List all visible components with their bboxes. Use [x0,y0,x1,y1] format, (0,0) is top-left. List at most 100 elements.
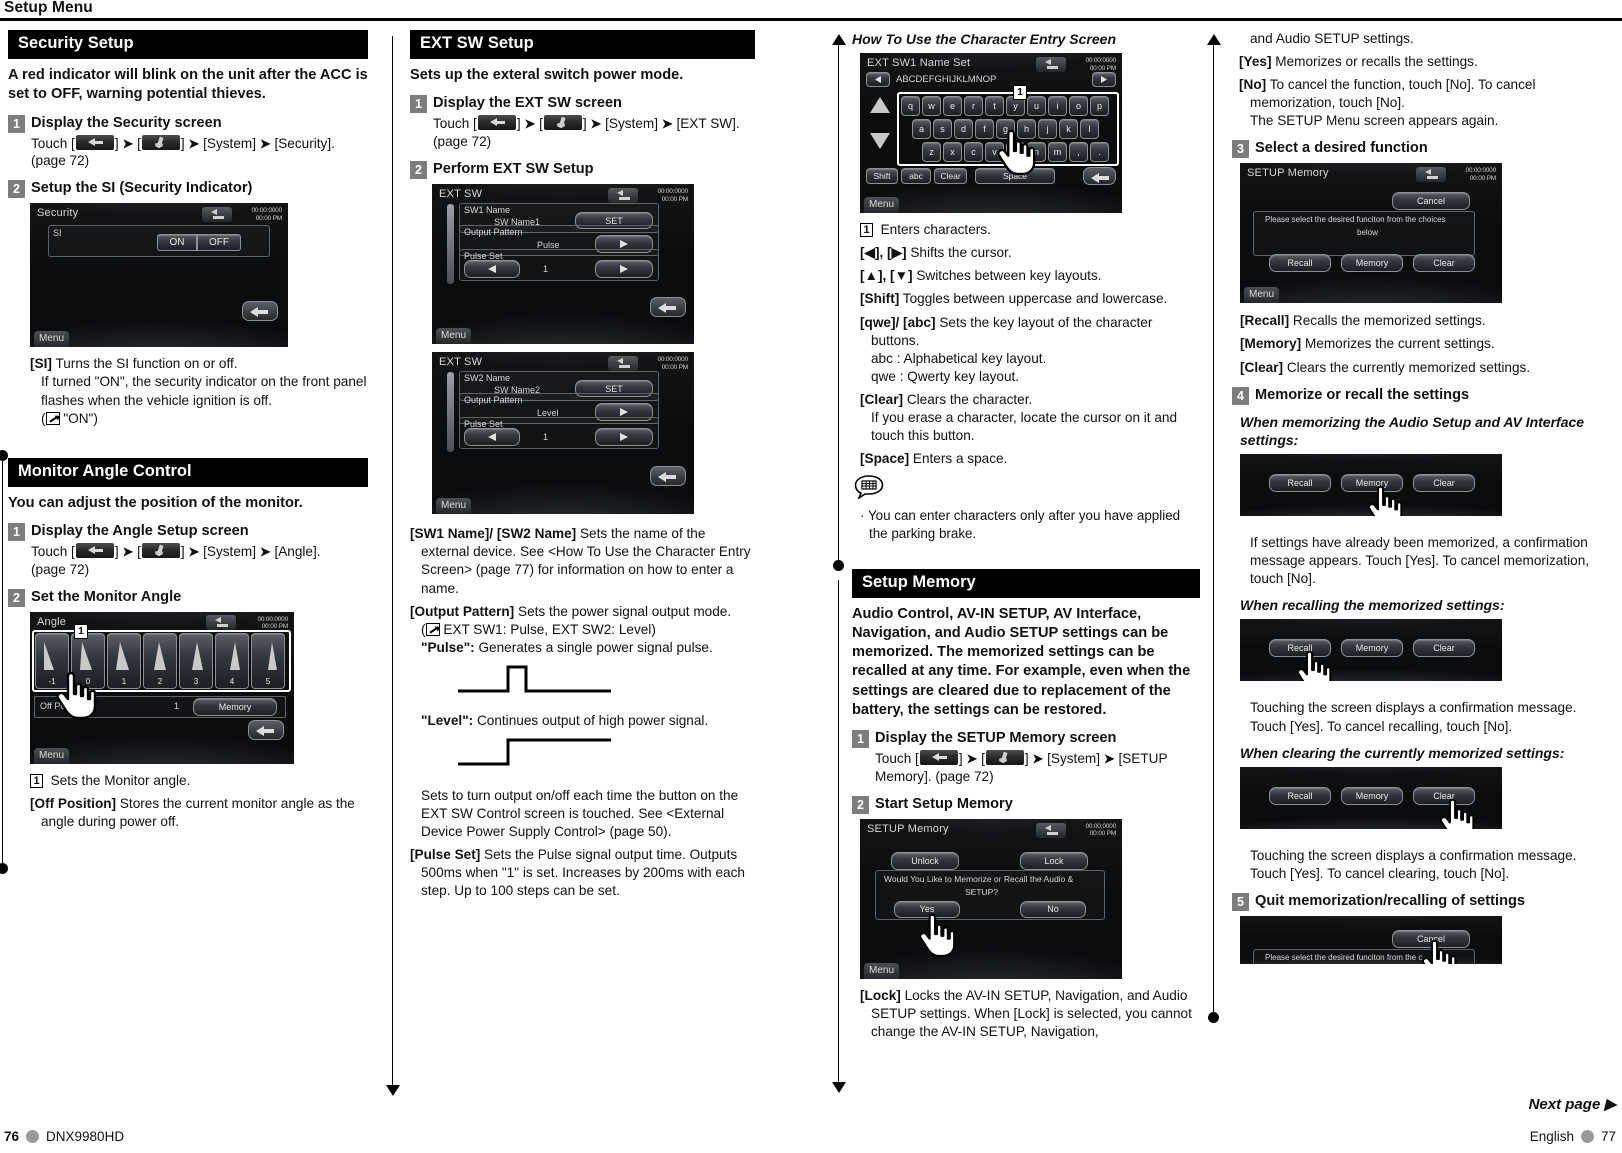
clear-button[interactable]: Clear [1413,474,1475,492]
angle-button[interactable]: 4 [215,633,249,690]
screen-menu-button[interactable]: Menu [34,331,70,348]
touch-label: Touch [ [433,116,477,132]
screen-menu-button[interactable]: Menu [436,498,472,515]
key-button[interactable]: j [1038,119,1057,140]
screen-menu-button[interactable]: Menu [436,328,472,345]
lock-button[interactable]: Lock [1020,851,1088,870]
flow-dot-col1-bottom [0,863,8,874]
screen-return-button[interactable] [1083,167,1116,186]
screen-return-button[interactable] [242,301,278,322]
key-button[interactable]: l [1080,119,1099,140]
step-title: Display the Security screen [31,114,222,131]
key-button[interactable]: k [1059,119,1078,140]
memory-button[interactable]: Memory [1341,639,1403,658]
default-pencil-icon [45,411,60,425]
layout-up-button[interactable] [869,95,891,120]
manual-page: Setup Menu Security Setup A red indicato… [0,0,1622,1153]
key-button[interactable]: x [943,142,962,163]
screen-back-icon[interactable] [608,188,638,204]
cursor-left-button[interactable] [866,72,890,88]
si-on-button[interactable]: ON [157,234,197,252]
pulse-line: "Pulse": Generates a single power signal… [410,639,755,657]
clear-button[interactable]: Clear [1413,254,1475,273]
next-page-label: Next page ▶ [1528,1096,1616,1113]
no-button[interactable]: No [1020,900,1086,918]
unlock-button[interactable]: Unlock [891,851,959,870]
memory-button[interactable]: Memory [1341,254,1403,273]
step-number: 4 [1232,386,1249,405]
memory-button[interactable]: Memory [193,698,277,717]
angle-button[interactable]: 3 [179,633,213,690]
pulse-decrease-button[interactable] [464,260,520,279]
screenshot-setup-memory: SETUP Memory 00:00:0000 00:00 PM Unlock … [860,818,1122,979]
angle-button[interactable]: 5 [251,633,285,690]
key-button[interactable]: a [912,119,931,140]
scrollbar[interactable] [447,372,454,453]
angle-button[interactable]: 1 [107,633,141,690]
key-button[interactable]: o [1069,96,1088,117]
key-button[interactable]: i [1048,96,1067,117]
key-button[interactable]: z [922,142,941,163]
pulse-increase-button[interactable] [595,428,653,447]
callout-marker: 1 [74,624,88,640]
cursor-right-button[interactable] [1092,72,1116,88]
key-button[interactable]: . [1090,142,1109,163]
recall-button[interactable]: Recall [1269,474,1331,492]
screen-back-icon[interactable] [1416,167,1446,183]
screen-menu-button[interactable]: Menu [1244,287,1280,304]
screen-return-button[interactable] [650,466,686,487]
pulse-increase-button[interactable] [595,260,653,279]
screen-menu-button[interactable]: Menu [34,748,70,765]
pulse-term: "Pulse": [421,639,475,655]
key-button[interactable]: f [975,119,994,140]
abc-button[interactable]: abc [901,168,931,185]
extsw-step-2: 2 Perform EXT SW Setup EXT SW 00:00:0000… [410,160,755,515]
arrow-left-icon [488,265,496,274]
key-button[interactable]: m [1048,142,1067,163]
si-off-button[interactable]: OFF [197,234,241,252]
memory-button[interactable]: Memory [1341,786,1403,805]
def-term: [Clear] [1240,359,1284,375]
recall-button[interactable]: Recall [1269,786,1331,805]
key-button[interactable]: e [943,96,962,117]
def-term: [qwe]/ [abc] [860,314,936,330]
screen-back-icon[interactable] [202,207,232,223]
recall-button[interactable]: Recall [1269,254,1331,273]
cancel-button[interactable]: Cancel [1392,192,1470,211]
scrollbar[interactable] [447,204,454,285]
clear-button[interactable]: Clear [1413,639,1475,658]
screen-return-button[interactable] [248,720,284,741]
key-button[interactable]: t [985,96,1004,117]
key-button[interactable]: , [1069,142,1088,163]
screen-return-button[interactable] [650,297,686,318]
key-button[interactable]: r [964,96,983,117]
def-term: [SI] [30,356,52,372]
substep-clearing-title: When clearing the currently memorized se… [1240,744,1565,761]
level-line: "Level": Continues output of high power … [410,712,755,730]
key-button[interactable]: u [1027,96,1046,117]
key-button[interactable]: w [922,96,941,117]
screen-back-icon[interactable] [1036,57,1066,73]
shift-button[interactable]: Shift [866,168,898,185]
language-label: English [1529,1129,1574,1144]
si-detail: If turned "ON", the security indicator o… [41,374,367,408]
extsw-step1-body: Touch [] ➤ [] ➤ [System] ➤ [EXT SW]. (pa… [433,115,740,150]
arrow-left-icon [488,433,496,442]
screen-menu-button[interactable]: Menu [864,197,900,214]
key-button[interactable]: s [933,119,952,140]
screen-title: Angle [37,616,67,629]
screen-back-icon[interactable] [608,356,638,372]
security-target-label: [Security]. [274,135,335,151]
layout-down-button[interactable] [869,131,891,156]
pulse-decrease-button[interactable] [464,428,520,447]
key-button[interactable]: q [901,96,920,117]
key-button[interactable]: d [954,119,973,140]
clear-button[interactable]: Clear [934,168,967,185]
screen-back-icon[interactable] [1036,822,1066,838]
key-button[interactable]: p [1090,96,1109,117]
screen-menu-button[interactable]: Menu [864,962,900,979]
substep-memorizing-desc: If settings have already been memorized,… [1250,535,1590,587]
screen-back-icon[interactable] [206,615,236,631]
angle-button[interactable]: 2 [143,633,177,690]
key-button[interactable]: c [964,142,983,163]
